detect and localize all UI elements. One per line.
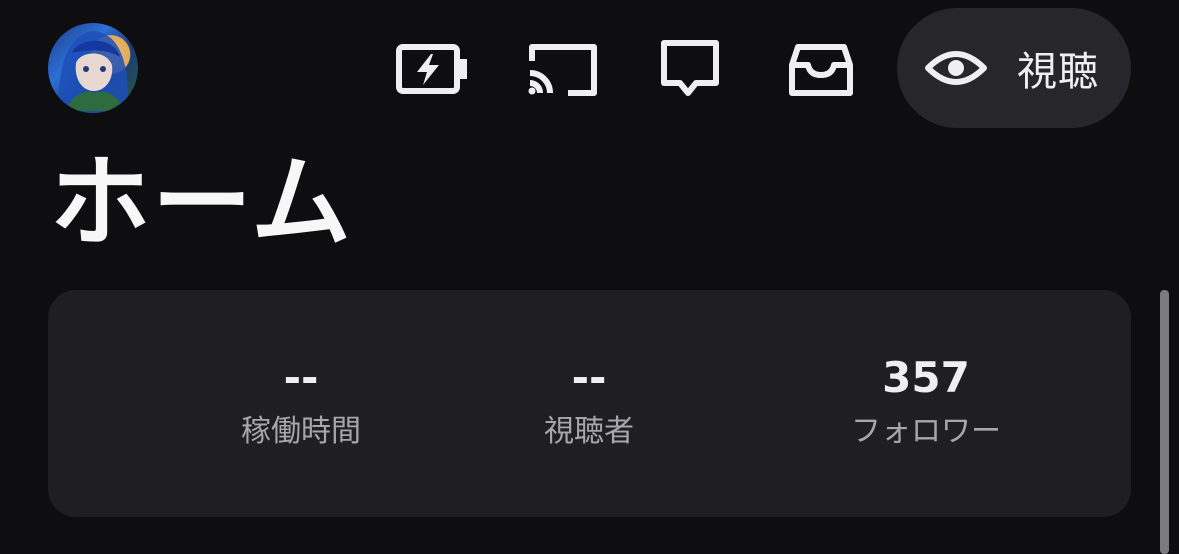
avatar[interactable] (48, 23, 138, 113)
page-title: ホーム (50, 144, 353, 261)
scrollbar[interactable] (1160, 290, 1169, 554)
stat-value: 357 (882, 353, 970, 402)
inbox-button[interactable] (783, 36, 859, 102)
chat-button[interactable] (652, 36, 728, 102)
eye-icon (925, 51, 987, 85)
app-root: 視聴 ホーム -- 稼働時間 -- 視聴者 357 フォロワー (0, 0, 1179, 554)
stats-card: -- 稼働時間 -- 視聴者 357 フォロワー (48, 290, 1131, 517)
battery-bolt-icon (396, 44, 467, 94)
stat-value: -- (571, 353, 607, 402)
avatar-image (58, 31, 129, 113)
stat-value: -- (283, 353, 319, 402)
stat-label: フォロワー (851, 414, 1001, 449)
battery-bolt-button[interactable] (395, 36, 471, 102)
cast-button[interactable] (524, 36, 600, 102)
chat-icon (661, 40, 719, 96)
watch-button[interactable]: 視聴 (897, 8, 1131, 128)
inbox-icon (789, 44, 853, 96)
cast-icon (528, 44, 597, 96)
stat-uptime: -- 稼働時間 (171, 350, 431, 454)
watch-label: 視聴 (1017, 49, 1099, 95)
stat-label: 稼働時間 (241, 414, 361, 449)
stat-viewers: -- 視聴者 (459, 350, 719, 454)
stat-label: 視聴者 (544, 414, 634, 449)
stat-followers: 357 フォロワー (796, 350, 1056, 454)
